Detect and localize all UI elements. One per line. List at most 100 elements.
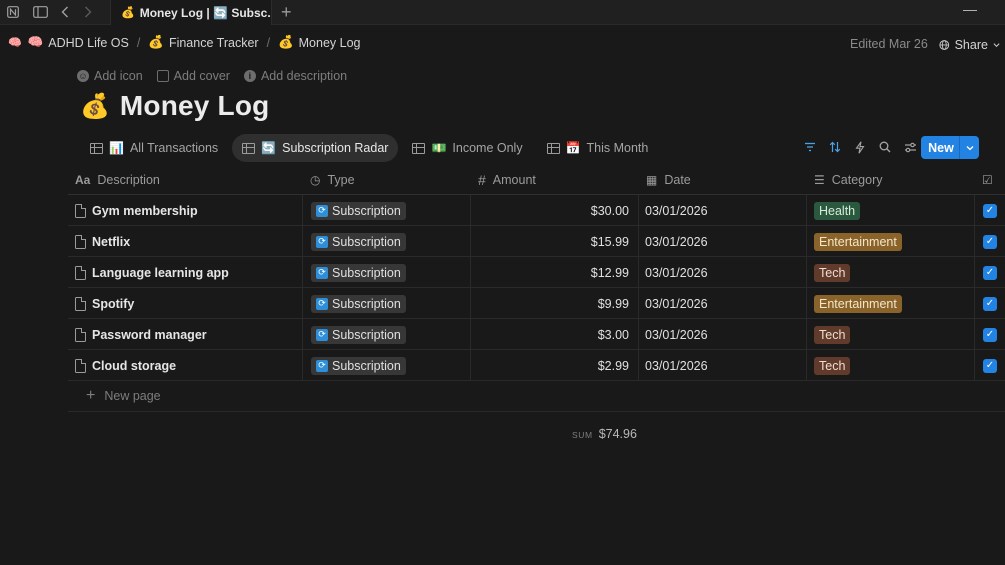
- money-bag-icon[interactable]: 💰: [80, 92, 110, 121]
- date-cell[interactable]: 03/01/2026: [639, 288, 807, 319]
- description-cell[interactable]: Spotify: [68, 288, 303, 319]
- view-tab-label: All Transactions: [129, 141, 219, 155]
- table-row[interactable]: Cloud storage ⟳ Subscription $2.99 03/01…: [68, 350, 1005, 381]
- page-title-text[interactable]: Money Log: [120, 90, 270, 122]
- view-tab-label: This Month: [586, 141, 649, 155]
- breadcrumb-item-finance-tracker[interactable]: 💰 Finance Tracker: [148, 35, 258, 50]
- add-cover-button[interactable]: Add cover: [156, 69, 230, 83]
- breadcrumb-label: Finance Tracker: [168, 35, 259, 50]
- brain-icon: 🧠: [27, 35, 44, 49]
- column-header-category[interactable]: ☰ Category: [807, 165, 975, 194]
- breadcrumb-item-money-log[interactable]: 💰 Money Log: [278, 35, 360, 50]
- date-cell[interactable]: 03/01/2026: [639, 226, 807, 257]
- checkbox-checked-icon[interactable]: ✓: [983, 234, 997, 249]
- checkbox-cell[interactable]: ✓: [975, 288, 1005, 319]
- type-tag: ⟳ Subscription: [311, 356, 406, 375]
- filter-icon[interactable]: [802, 135, 818, 159]
- description-cell[interactable]: Language learning app: [68, 257, 303, 288]
- amount-cell[interactable]: $9.99: [471, 288, 639, 319]
- checkbox-checked-icon[interactable]: ✓: [983, 327, 997, 342]
- type-cell[interactable]: ⟳ Subscription: [303, 226, 471, 257]
- type-cell[interactable]: ⟳ Subscription: [303, 350, 471, 381]
- add-icon-button[interactable]: ☺ Add icon: [77, 69, 143, 83]
- page-title[interactable]: 💰 Money Log: [80, 90, 269, 122]
- checkbox-checked-icon[interactable]: ✓: [983, 265, 997, 280]
- new-button-label[interactable]: New: [921, 141, 959, 155]
- lightning-icon[interactable]: [852, 135, 868, 159]
- description-cell[interactable]: Netflix: [68, 226, 303, 257]
- tab-all-transactions[interactable]: 📊 All Transactions: [80, 134, 228, 162]
- new-page-button[interactable]: + New page: [68, 381, 1005, 412]
- sidebar-toggle-icon[interactable]: [30, 2, 50, 22]
- column-header-description[interactable]: Aa Description: [68, 165, 303, 194]
- date-cell[interactable]: 03/01/2026: [639, 195, 807, 226]
- date-cell[interactable]: 03/01/2026: [639, 257, 807, 288]
- category-cell[interactable]: Entertainment: [807, 288, 975, 319]
- back-arrow-icon[interactable]: [55, 2, 75, 22]
- page-icon: [75, 265, 86, 280]
- repeat-icon: ⟳: [316, 204, 328, 217]
- amount-cell[interactable]: $12.99: [471, 257, 639, 288]
- category-cell[interactable]: Entertainment: [807, 226, 975, 257]
- tab-this-month[interactable]: 📅 This Month: [537, 134, 659, 162]
- tab-subscription-radar[interactable]: 🔄 Subscription Radar: [232, 134, 399, 162]
- list-property-icon: ☰: [814, 172, 825, 187]
- type-cell[interactable]: ⟳ Subscription: [303, 319, 471, 350]
- settings-sliders-icon[interactable]: [902, 135, 918, 159]
- checkbox-cell[interactable]: ✓: [975, 257, 1005, 288]
- description-cell[interactable]: Gym membership: [68, 195, 303, 226]
- amount-cell[interactable]: $2.99: [471, 350, 639, 381]
- globe-icon: [939, 40, 950, 50]
- amount-cell[interactable]: $30.00: [471, 195, 639, 226]
- new-button[interactable]: New: [921, 136, 979, 159]
- column-header-amount[interactable]: # Amount: [471, 165, 639, 194]
- checkbox-checked-icon[interactable]: ✓: [983, 296, 997, 311]
- tab-income-only[interactable]: 💵 Income Only: [402, 134, 532, 162]
- type-text: Subscription: [332, 203, 401, 218]
- category-cell[interactable]: Tech: [807, 350, 975, 381]
- browser-tab[interactable]: 💰 Money Log | 🔄 Subsc...: [110, 0, 272, 25]
- category-cell[interactable]: Health: [807, 195, 975, 226]
- type-cell[interactable]: ⟳ Subscription: [303, 257, 471, 288]
- date-cell[interactable]: 03/01/2026: [639, 350, 807, 381]
- column-header-date[interactable]: ▦ Date: [639, 165, 807, 194]
- type-cell[interactable]: ⟳ Subscription: [303, 288, 471, 319]
- checkbox-cell[interactable]: ✓: [975, 319, 1005, 350]
- checkbox-cell[interactable]: ✓: [975, 350, 1005, 381]
- type-cell[interactable]: ⟳ Subscription: [303, 195, 471, 226]
- category-cell[interactable]: Tech: [807, 257, 975, 288]
- description-text: Password manager: [92, 327, 207, 342]
- checkbox-checked-icon[interactable]: ✓: [983, 203, 997, 218]
- table-row[interactable]: Spotify ⟳ Subscription $9.99 03/01/2026 …: [68, 288, 1005, 319]
- page-icon: [75, 358, 86, 373]
- table-row[interactable]: Gym membership ⟳ Subscription $30.00 03/…: [68, 195, 1005, 226]
- category-cell[interactable]: Tech: [807, 319, 975, 350]
- minimize-icon[interactable]: —: [963, 1, 977, 17]
- new-tab-plus-icon[interactable]: +: [281, 1, 292, 23]
- type-tag: ⟳ Subscription: [311, 263, 406, 282]
- share-button[interactable]: Share: [933, 33, 1000, 57]
- date-cell[interactable]: 03/01/2026: [639, 319, 807, 350]
- checkbox-checked-icon[interactable]: ✓: [983, 358, 997, 373]
- notion-logo-icon[interactable]: [3, 2, 23, 22]
- view-tab-label: Subscription Radar: [282, 141, 389, 155]
- column-header-type[interactable]: ◷ Type: [303, 165, 471, 194]
- amount-cell[interactable]: $15.99: [471, 226, 639, 257]
- breadcrumb-item-adhd-life-os[interactable]: 🧠 ADHD Life OS: [28, 35, 129, 50]
- checkbox-cell[interactable]: ✓: [975, 195, 1005, 226]
- amount-cell[interactable]: $3.00: [471, 319, 639, 350]
- column-header-checkbox[interactable]: ☑: [975, 165, 1005, 194]
- search-icon[interactable]: [877, 135, 893, 159]
- table-row[interactable]: Language learning app ⟳ Subscription $12…: [68, 257, 1005, 288]
- table-row[interactable]: Netflix ⟳ Subscription $15.99 03/01/2026…: [68, 226, 1005, 257]
- chevron-down-icon: [993, 43, 1000, 48]
- forward-arrow-icon[interactable]: [78, 2, 98, 22]
- table-row[interactable]: Password manager ⟳ Subscription $3.00 03…: [68, 319, 1005, 350]
- description-cell[interactable]: Password manager: [68, 319, 303, 350]
- add-description-button[interactable]: i Add description: [243, 69, 347, 83]
- sort-icon[interactable]: [827, 135, 843, 159]
- description-cell[interactable]: Cloud storage: [68, 350, 303, 381]
- checkbox-cell[interactable]: ✓: [975, 226, 1005, 257]
- amount-sum[interactable]: SUM $74.96: [572, 427, 637, 441]
- chevron-down-icon[interactable]: [959, 136, 979, 159]
